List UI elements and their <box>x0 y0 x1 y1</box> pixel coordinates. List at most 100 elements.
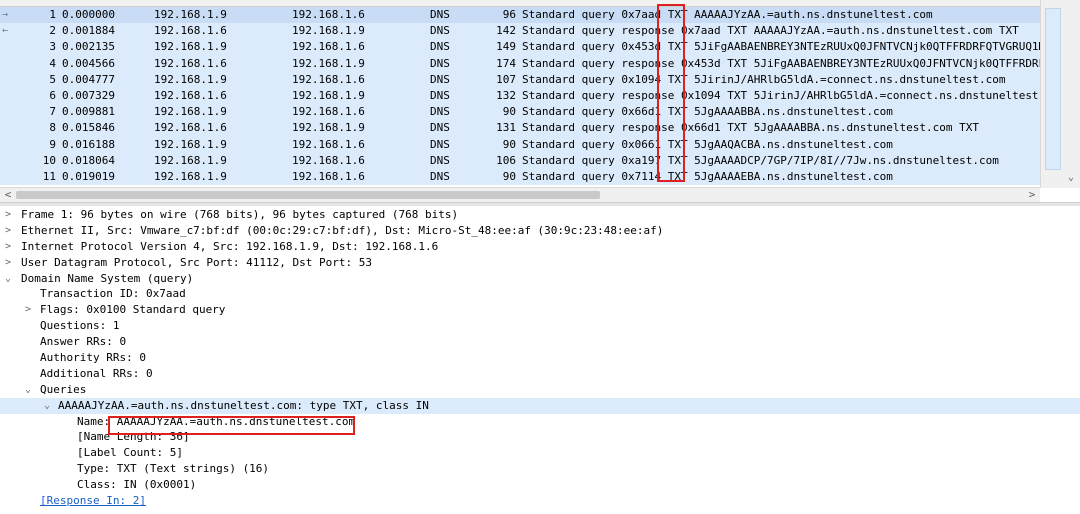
tree-node-ipv4[interactable]: > Internet Protocol Version 4, Src: 192.… <box>0 239 1080 255</box>
packet-row[interactable]: ← 2 0.001884 192.168.1.6 192.168.1.9 DNS… <box>0 23 1040 40</box>
packet-protocol: DNS <box>430 88 450 102</box>
packet-time: 0.000000 <box>62 8 115 21</box>
packet-row[interactable]: 5 0.004777 192.168.1.9 192.168.1.6 DNS 1… <box>0 71 1040 88</box>
packet-source: 192.168.1.9 <box>154 40 227 54</box>
packet-list-pane[interactable]: → 1 0.000000 192.168.1.9 192.168.1.6 DNS… <box>0 0 1080 202</box>
collapse-arrow-icon[interactable]: ⌄ <box>5 271 15 287</box>
expand-arrow-icon[interactable]: > <box>25 302 35 318</box>
expand-arrow-icon[interactable]: > <box>5 239 15 255</box>
tree-field-name[interactable]: Name: AAAAAJYzAA.=auth.ns.dnstuneltest.c… <box>0 414 1080 430</box>
packet-number: 9 <box>49 137 56 151</box>
packet-row[interactable]: 4 0.004566 192.168.1.6 192.168.1.9 DNS 1… <box>0 55 1040 72</box>
tree-field-label-count[interactable]: [Label Count: 5] <box>0 445 1080 461</box>
tree-field-questions[interactable]: Questions: 1 <box>0 318 1080 334</box>
tree-node-dns[interactable]: ⌄ Domain Name System (query) <box>0 271 1080 287</box>
tree-node-flags[interactable]: > Flags: 0x0100 Standard query <box>0 302 1080 318</box>
packet-details-pane[interactable]: > Frame 1: 96 bytes on wire (768 bits), … <box>0 207 1080 514</box>
scroll-left-arrow-icon[interactable]: < <box>2 188 14 202</box>
expand-arrow-icon[interactable]: > <box>5 207 15 223</box>
packet-time: 0.001884 <box>62 24 115 38</box>
response-arrow-icon: ← <box>2 25 9 37</box>
packet-number: 8 <box>49 121 56 135</box>
tree-field-authority-rrs[interactable]: Authority RRs: 0 <box>0 350 1080 366</box>
collapse-arrow-icon[interactable]: ⌄ <box>44 398 54 414</box>
packet-row[interactable]: 9 0.016188 192.168.1.9 192.168.1.6 DNS 9… <box>0 136 1040 153</box>
packet-time: 0.016188 <box>62 137 115 151</box>
packet-info: Standard query 0x453d TXT 5JiFgAABAENBRE… <box>522 40 1040 54</box>
tree-node-udp[interactable]: > User Datagram Protocol, Src Port: 4111… <box>0 255 1080 271</box>
scroll-down-arrow-icon[interactable]: ⌄ <box>1064 172 1078 184</box>
packet-protocol: DNS <box>430 153 450 167</box>
packet-row[interactable]: 3 0.002135 192.168.1.9 192.168.1.6 DNS 1… <box>0 39 1040 56</box>
packet-protocol: DNS <box>430 137 450 151</box>
packet-source: 192.168.1.6 <box>154 56 227 70</box>
tree-node-queries[interactable]: ⌄ Queries <box>0 382 1080 398</box>
packet-info: Standard query response 0x7aad TXT AAAAA… <box>522 24 1019 38</box>
packet-destination: 192.168.1.9 <box>292 24 365 38</box>
packet-destination: 192.168.1.9 <box>292 88 365 102</box>
tree-node-label: User Datagram Protocol, Src Port: 41112,… <box>21 255 372 269</box>
packet-protocol: DNS <box>430 56 450 70</box>
packet-destination: 192.168.1.6 <box>292 40 365 54</box>
packet-time: 0.004777 <box>62 72 115 86</box>
packet-source: 192.168.1.9 <box>154 105 227 119</box>
tree-field-response-in[interactable]: [Response In: 2] <box>0 493 1080 509</box>
packet-row[interactable]: 11 0.019019 192.168.1.9 192.168.1.6 DNS … <box>0 168 1040 186</box>
packet-number: 10 <box>42 153 56 167</box>
packet-row[interactable]: → 1 0.000000 192.168.1.9 192.168.1.6 DNS… <box>0 7 1040 24</box>
packet-protocol: DNS <box>430 169 450 183</box>
packet-destination: 192.168.1.6 <box>292 105 365 119</box>
packet-source: 192.168.1.9 <box>154 153 227 167</box>
pane-splitter[interactable] <box>0 202 1080 206</box>
packet-number: 11 <box>42 169 56 183</box>
tree-field-additional-rrs[interactable]: Additional RRs: 0 <box>0 366 1080 382</box>
packet-source: 192.168.1.9 <box>154 72 227 86</box>
response-in-link[interactable]: [Response In: 2] <box>40 493 146 509</box>
vertical-scrollbar-thumb[interactable] <box>1045 8 1061 170</box>
tree-field-label: [Name Length: 36] <box>77 430 190 444</box>
tree-node-label: Ethernet II, Src: Vmware_c7:bf:df (00:0c… <box>21 223 664 237</box>
expand-arrow-icon[interactable]: > <box>5 223 15 239</box>
horizontal-scrollbar-thumb[interactable] <box>16 191 600 199</box>
expand-arrow-icon[interactable]: > <box>5 255 15 271</box>
packet-info: Standard query 0x7114 TXT 5JgAAAAEBA.ns.… <box>522 169 893 183</box>
packet-info: Standard query response 0x453d TXT 5JiFg… <box>522 56 1040 70</box>
packet-row[interactable]: 6 0.007329 192.168.1.6 192.168.1.9 DNS 1… <box>0 87 1040 105</box>
tree-node-label: Internet Protocol Version 4, Src: 192.16… <box>21 239 439 253</box>
packet-length: 142 <box>496 24 516 38</box>
packet-info: Standard query 0x1094 TXT 5JirinJ/AHRlbG… <box>522 72 1006 86</box>
packet-row[interactable]: 7 0.009881 192.168.1.9 192.168.1.6 DNS 9… <box>0 104 1040 121</box>
tree-field-label: Questions: 1 <box>40 319 120 333</box>
packet-length: 90 <box>502 137 516 151</box>
packet-time: 0.018064 <box>62 153 115 167</box>
horizontal-scrollbar[interactable]: < > <box>0 187 1040 202</box>
packet-length: 106 <box>496 153 516 167</box>
packet-time: 0.002135 <box>62 40 115 54</box>
tree-field-answer-rrs[interactable]: Answer RRs: 0 <box>0 334 1080 350</box>
packet-protocol: DNS <box>430 72 450 86</box>
collapse-arrow-icon[interactable]: ⌄ <box>25 382 35 398</box>
packet-length: 90 <box>502 105 516 119</box>
packet-destination: 192.168.1.6 <box>292 72 365 86</box>
tree-field-label: Class: IN (0x0001) <box>77 478 197 492</box>
packet-list-column-header[interactable] <box>0 0 1040 7</box>
tree-field-type[interactable]: Type: TXT (Text strings) (16) <box>0 461 1080 477</box>
packet-info: Standard query 0x0661 TXT 5JgAAQACBA.ns.… <box>522 137 893 151</box>
tree-field-class[interactable]: Class: IN (0x0001) <box>0 477 1080 493</box>
packet-source: 192.168.1.6 <box>154 24 227 38</box>
packet-row[interactable]: 8 0.015846 192.168.1.6 192.168.1.9 DNS 1… <box>0 120 1040 137</box>
tree-field-transaction-id[interactable]: Transaction ID: 0x7aad <box>0 286 1080 302</box>
packet-info: Standard query response 0x1094 TXT 5Jiri… <box>522 88 1040 102</box>
packet-info: Standard query 0x7aad TXT AAAAAJYzAA.=au… <box>522 8 933 21</box>
tree-node-label: Frame 1: 96 bytes on wire (768 bits), 96… <box>21 208 459 221</box>
tree-field-label: [Label Count: 5] <box>77 446 183 460</box>
tree-node-frame[interactable]: > Frame 1: 96 bytes on wire (768 bits), … <box>0 207 1080 223</box>
vertical-scrollbar[interactable] <box>1040 0 1080 188</box>
tree-node-ethernet[interactable]: > Ethernet II, Src: Vmware_c7:bf:df (00:… <box>0 223 1080 239</box>
packet-source: 192.168.1.9 <box>154 137 227 151</box>
packet-row[interactable]: 10 0.018064 192.168.1.9 192.168.1.6 DNS … <box>0 152 1040 169</box>
packet-protocol: DNS <box>430 121 450 135</box>
tree-field-name-length[interactable]: [Name Length: 36] <box>0 429 1080 445</box>
tree-node-query-entry[interactable]: ⌄ AAAAAJYzAA.=auth.ns.dnstuneltest.com: … <box>0 397 1080 414</box>
scroll-right-arrow-icon[interactable]: > <box>1026 188 1038 202</box>
